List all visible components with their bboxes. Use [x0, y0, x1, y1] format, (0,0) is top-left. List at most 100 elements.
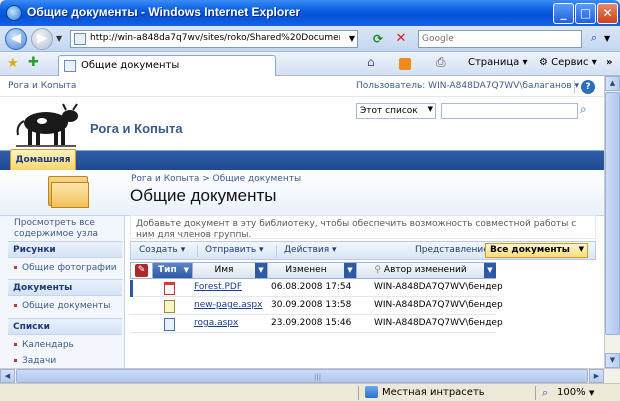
modified-column-header[interactable]: Изменен ▼: [268, 263, 357, 278]
home-icon[interactable]: ⌂: [367, 55, 375, 69]
nav-heading-pictures[interactable]: Рисунки: [8, 241, 122, 258]
site-search-icon[interactable]: ⌕: [580, 102, 587, 117]
bullet-icon: [14, 343, 17, 346]
scroll-left-icon[interactable]: ◀: [0, 369, 15, 383]
modified-sort-dropdown-icon[interactable]: ▼: [344, 263, 356, 278]
toolbar-separator: [276, 245, 277, 257]
zoom-level[interactable]: 100%: [557, 387, 586, 398]
history-dropdown-icon[interactable]: ▼: [56, 34, 62, 43]
author-cell[interactable]: WIN-A848DA7Q7WV\бендер: [374, 282, 503, 292]
search-scope-select[interactable]: Этот список ▼: [356, 103, 436, 119]
status-separator: [535, 386, 536, 400]
security-zone-label[interactable]: Местная интрасеть: [382, 387, 485, 398]
help-icon[interactable]: ?: [581, 80, 595, 94]
browser-tab[interactable]: Общие документы: [58, 55, 276, 76]
table-row[interactable]: new-page.aspx 30.09.2008 13:58 WIN-A848D…: [130, 298, 503, 315]
address-bar: ◀ ▶ ▼ http://win-a848da7q7wv/sites/roko/…: [0, 26, 620, 52]
modified-cell: 23.09.2008 15:46: [271, 318, 352, 328]
nav-item-calendar[interactable]: Календарь: [14, 340, 74, 350]
scroll-up-icon[interactable]: ▲: [605, 76, 620, 91]
nav-item-shared-documents[interactable]: Общие документы: [14, 301, 110, 311]
scroll-grip-icon: |||: [314, 373, 322, 381]
nav-item-tasks[interactable]: Задачи: [14, 356, 56, 366]
create-menu-button[interactable]: Создать ▾: [139, 245, 185, 255]
url-dropdown-icon[interactable]: ▼: [349, 34, 355, 43]
url-text[interactable]: http://win-a848da7q7wv/sites/roko/Shared…: [90, 33, 340, 43]
horizontal-scrollbar[interactable]: ◀ ||| ▶: [0, 368, 620, 383]
more-commands-icon[interactable]: »: [606, 57, 612, 68]
close-button[interactable]: ✕: [597, 3, 618, 24]
select-column-header[interactable]: ✎: [131, 263, 153, 278]
view-all-content-link[interactable]: Просмотреть все содержимое узла: [14, 218, 114, 240]
nav-item-label: Задачи: [22, 356, 57, 366]
favorites-star-icon[interactable]: ★: [7, 56, 19, 71]
vertical-scrollbar[interactable]: ▲ ▼: [604, 76, 620, 368]
nav-heading-lists[interactable]: Списки: [8, 318, 122, 335]
nav-item-label: Календарь: [22, 340, 74, 350]
file-name-link[interactable]: roga.aspx: [194, 318, 238, 328]
list-toolbar: Создать ▾ Отправить ▾ Действия ▾ Предста…: [130, 241, 596, 260]
library-description: Добавьте документ в эту библиотеку, чтоб…: [130, 215, 596, 240]
nav-item-label: Общие фотографии: [22, 263, 117, 273]
file-name-link[interactable]: new-page.aspx: [194, 300, 262, 310]
zoom-icon[interactable]: ⌕: [542, 386, 548, 400]
name-column-header[interactable]: Имя ▼: [193, 263, 268, 278]
type-column-header[interactable]: Тип ▼: [153, 263, 193, 278]
table-row[interactable]: roga.aspx 23.09.2008 15:46 WIN-A848DA7Q7…: [130, 316, 503, 333]
select-all-icon[interactable]: ✎: [135, 264, 148, 277]
author-column-header[interactable]: ⚲ Автор изменений ▼: [357, 263, 496, 278]
pdf-file-icon: [164, 282, 175, 295]
nav-item-label: Общие документы: [22, 301, 111, 311]
name-sort-dropdown-icon[interactable]: ▼: [255, 263, 267, 278]
modified-header-label: Изменен: [285, 265, 327, 275]
modified-cell: 30.09.2008 13:58: [271, 300, 352, 310]
horizontal-scroll-thumb[interactable]: |||: [16, 369, 588, 383]
scroll-right-icon[interactable]: ▶: [589, 369, 604, 383]
upload-menu-button[interactable]: Отправить ▾: [205, 245, 264, 255]
page-title: Общие документы: [130, 186, 277, 205]
rss-feed-icon[interactable]: [399, 58, 411, 70]
search-icon[interactable]: ⌕: [586, 31, 602, 47]
tab-home[interactable]: Домашняя: [10, 149, 76, 171]
print-icon[interactable]: ⎙: [436, 55, 446, 70]
author-cell[interactable]: WIN-A848DA7Q7WV\бендер: [374, 300, 503, 310]
page-menu[interactable]: Страница ▾: [468, 57, 527, 68]
minimize-button[interactable]: _: [553, 3, 574, 24]
title-bar: Общие документы - Windows Internet Explo…: [0, 0, 620, 26]
page-icon: [74, 33, 86, 45]
status-bar: Местная интрасеть ⌕ 100% ▼: [0, 383, 620, 401]
url-field[interactable]: http://win-a848da7q7wv/sites/roko/Shared…: [70, 30, 358, 48]
forward-button[interactable]: ▶: [31, 28, 53, 50]
user-menu[interactable]: Пользователь: WIN-A848DA7Q7WV\балаганов …: [356, 81, 579, 91]
type-sort-dropdown-icon[interactable]: ▼: [184, 263, 189, 278]
view-select[interactable]: Все документы ▼: [485, 243, 588, 258]
add-favorite-icon[interactable]: ✚: [28, 55, 39, 70]
refresh-icon[interactable]: ⟳: [369, 31, 387, 47]
table-row[interactable]: Forest.PDF 06.08.2008 17:54 WIN-A848DA7Q…: [130, 280, 503, 297]
nav-heading-documents[interactable]: Документы: [8, 279, 122, 296]
author-sort-dropdown-icon[interactable]: ▼: [484, 263, 496, 278]
tools-menu[interactable]: ⚙ Сервис ▾: [539, 57, 597, 68]
toolbar-separator: [197, 245, 198, 257]
site-crumb-link[interactable]: Рога и Копыта: [8, 81, 76, 91]
left-nav: Просмотреть все содержимое узла Рисунки …: [0, 216, 125, 368]
back-button[interactable]: ◀: [5, 28, 27, 50]
file-name-link[interactable]: Forest.PDF: [194, 282, 242, 292]
actions-menu-button[interactable]: Действия ▾: [284, 245, 337, 255]
zoom-dropdown-icon[interactable]: ▼: [589, 389, 594, 397]
breadcrumb[interactable]: Рога и Копыта > Общие документы: [131, 174, 301, 184]
search-input[interactable]: [419, 31, 579, 47]
search-field[interactable]: [418, 30, 582, 48]
vertical-scroll-thumb[interactable]: [605, 92, 620, 335]
site-search-input[interactable]: [441, 103, 578, 119]
nav-item-shared-pictures[interactable]: Общие фотографии: [14, 263, 117, 273]
top-nav-bar: Домашняя: [0, 149, 604, 171]
search-dropdown-icon[interactable]: ▼: [604, 34, 610, 43]
sharepoint-top-strip: Рога и Копыта Пользователь: WIN-A848DA7Q…: [0, 76, 604, 97]
scroll-down-icon[interactable]: ▼: [605, 353, 620, 368]
view-dropdown-icon: ▼: [578, 245, 584, 253]
stop-icon[interactable]: ✕: [393, 31, 409, 47]
site-title[interactable]: Рога и Копыта: [90, 121, 183, 136]
author-cell[interactable]: WIN-A848DA7Q7WV\бендер: [374, 318, 503, 328]
maximize-button[interactable]: □: [575, 3, 596, 24]
